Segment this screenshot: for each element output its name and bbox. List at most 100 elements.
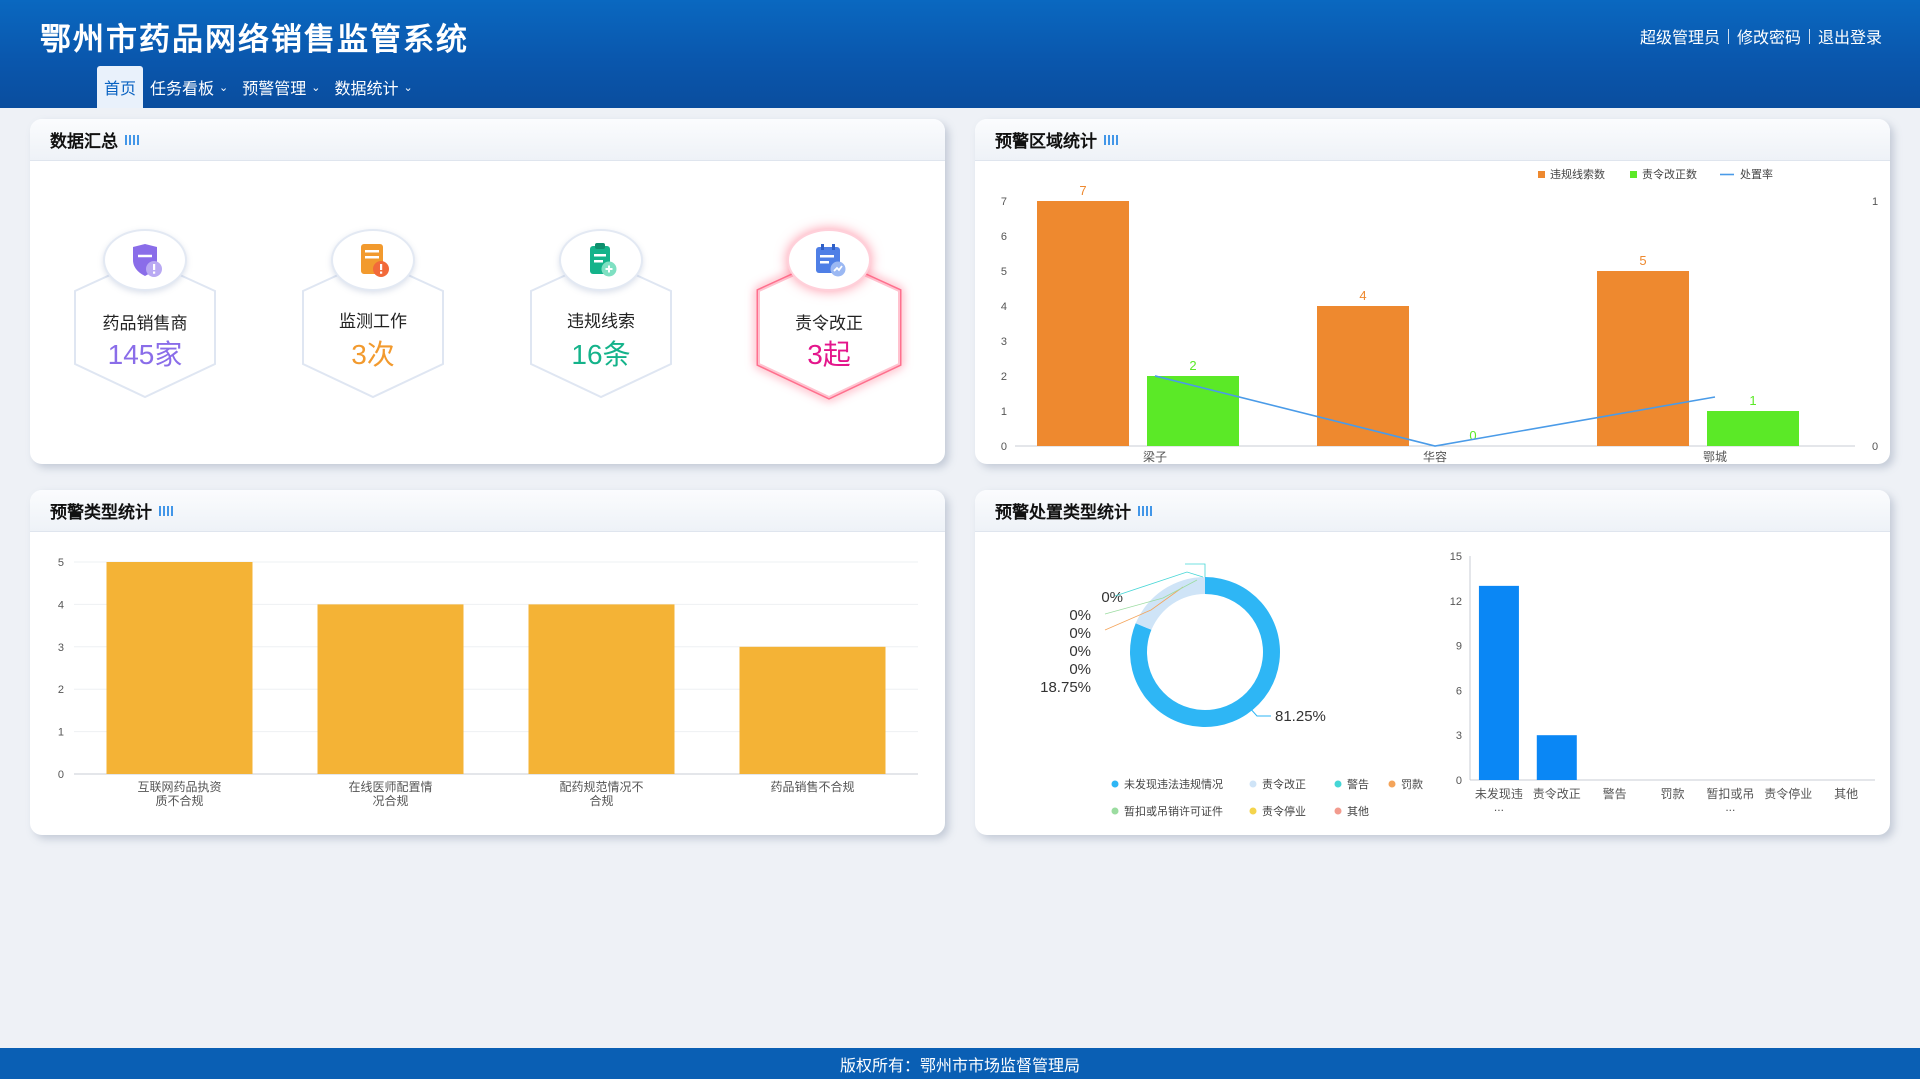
stat-value: 16条 — [571, 339, 631, 370]
bar — [106, 562, 253, 774]
stat-label: 监测工作 — [339, 312, 407, 331]
legend-swatch — [1249, 807, 1257, 815]
nav-item-home[interactable]: 首页 — [97, 66, 144, 108]
shield-warning-icon — [103, 229, 187, 291]
chevron-down-icon: ⌄ — [311, 82, 321, 94]
bar — [1317, 306, 1409, 446]
bar-data-label: 1 — [1749, 393, 1756, 408]
legend-label: 暂扣或吊销许可证件 — [1124, 804, 1223, 818]
x-tick-label: 况合规 — [372, 793, 408, 808]
y-tick-label: 9 — [1456, 641, 1462, 653]
stat-card-order-correction[interactable]: 责令改正 3起 — [754, 229, 904, 404]
y-tick-label: 7 — [1001, 196, 1007, 208]
x-tick-label: 合规 — [589, 793, 613, 808]
x-tick-label: ... — [1494, 800, 1504, 814]
separator — [1727, 28, 1729, 44]
y-tick-label: 1 — [58, 727, 64, 739]
legend-label: 责令改正 — [1262, 777, 1306, 791]
copyright-text: 版权所有：鄂州市市场监督管理局 — [839, 1057, 1080, 1075]
stripe-decoration-icon — [1104, 134, 1118, 145]
bar — [1037, 201, 1129, 446]
legend-label: 未发现违法违规情况 — [1124, 777, 1223, 791]
y-tick-label: 5 — [1001, 266, 1007, 278]
legend-label: 处置率 — [1740, 167, 1773, 181]
panel-header: 数据汇总 — [30, 119, 945, 161]
stat-label: 违规线索 — [567, 312, 635, 331]
x-tick-label: 梁子 — [1143, 449, 1167, 464]
x-tick-label: 未发现违 — [1475, 786, 1523, 801]
panel-title: 预警处置类型统计 — [995, 503, 1131, 522]
bar — [1707, 411, 1799, 446]
y-tick-label: 4 — [1001, 301, 1007, 313]
x-tick-label: 鄂城 — [1703, 450, 1727, 464]
x-tick-label: 责令改正 — [1533, 786, 1581, 801]
clipboard-add-icon — [559, 229, 643, 291]
y-tick-label: 0 — [1001, 441, 1007, 453]
change-password-link[interactable]: 修改密码 — [1737, 24, 1801, 48]
stat-card-monitoring-work[interactable]: 监测工作 3次 — [298, 229, 448, 404]
bar-data-label: 7 — [1079, 183, 1086, 198]
nav-item-data-statistics[interactable]: 数据统计 ⌄ — [327, 66, 419, 108]
document-warning-icon — [331, 229, 415, 291]
nav-item-label: 数据统计 — [334, 81, 399, 98]
panel-header: 预警类型统计 — [30, 490, 945, 532]
legend-label: 责令改正数 — [1642, 167, 1697, 181]
y-tick-label: 2 — [58, 684, 64, 696]
type-chart-panel: 预警类型统计 0 1 2 3 4 5 互联网药品执资 质不合规 在线医师配置情 况合规 配药规范情况… — [30, 490, 945, 835]
x-tick-label: 在线医师配置情 — [348, 780, 432, 794]
x-tick-label: ... — [1725, 800, 1735, 814]
disposal-chart-panel: 预警处置类型统计 81.25% 18.75% 0% 0% 0% 0% 0% 未发现违法违规情况… — [975, 490, 1890, 835]
pie-slice — [1135, 577, 1205, 630]
pie-data-label: 81.25% — [1275, 708, 1326, 725]
region-chart-panel: 预警区域统计 012345670172梁子湖区40华容区51鄂城区违规线索数责令… — [975, 119, 1890, 464]
y-tick-label: 1 — [1001, 406, 1007, 418]
y2-tick-label: 1 — [1872, 196, 1878, 208]
stat-card-drug-sellers[interactable]: 药品销售商 145家 — [70, 229, 220, 404]
x-tick-label: 警告 — [1603, 786, 1627, 801]
summary-panel: 数据汇总 药品销售商 145家 监测工作 3次 违规线索 16条 责令改正 3起 — [30, 119, 945, 464]
stat-card-violation-clues[interactable]: 违规线索 16条 — [526, 229, 676, 404]
footer: 版权所有：鄂州市市场监督管理局 — [0, 1048, 1920, 1079]
legend-swatch — [1334, 807, 1342, 815]
nav-item-label: 预警管理 — [242, 81, 307, 98]
bar-data-label: 2 — [1189, 358, 1196, 373]
app-title: 鄂州市药品网络销售监管系统 — [40, 22, 469, 57]
panel-title: 预警类型统计 — [50, 503, 152, 522]
pie-data-label: 0% — [1069, 625, 1091, 642]
legend-swatch — [1388, 780, 1396, 788]
user-menu: 超级管理员 修改密码 退出登录 — [1640, 24, 1882, 48]
disposal-chart: 81.25%18.75%0%0%0%0%0%未发现违法违规情况 责令改正 警告 罚款暂… — [1040, 551, 1875, 818]
legend-swatch — [1111, 807, 1119, 815]
stat-label: 药品销售商 — [102, 314, 188, 333]
panel-title: 预警区域统计 — [995, 132, 1097, 151]
label-leader-line — [1185, 563, 1206, 577]
logout-link[interactable]: 退出登录 — [1818, 24, 1882, 48]
user-name-link[interactable]: 超级管理员 — [1640, 24, 1720, 48]
bar — [1597, 271, 1689, 446]
type-chart: 0 1 2 3 4 5 互联网药品执资质不合规 在线医师配置情况合规 配药规范情况不合规 药品销售… — [58, 557, 918, 808]
pie-data-label: 0% — [1101, 589, 1123, 606]
x-tick-label: 药品销售不合规 — [770, 779, 854, 794]
legend-swatch — [1538, 171, 1545, 178]
panel-header: 预警区域统计 — [975, 119, 1890, 161]
pie-data-label: 0% — [1069, 661, 1091, 678]
x-tick-label: 其他 — [1834, 787, 1858, 801]
stat-label: 责令改正 — [795, 314, 863, 333]
bar-data-label: 5 — [1639, 253, 1646, 268]
bar-data-label: 4 — [1359, 288, 1366, 303]
y-tick-label: 6 — [1456, 685, 1462, 697]
bar — [1147, 376, 1239, 446]
nav-item-task-board[interactable]: 任务看板 ⌄ — [143, 66, 235, 108]
bar — [317, 604, 464, 774]
legend-label: 其他 — [1347, 805, 1369, 818]
y-tick-label: 12 — [1450, 596, 1462, 608]
y-tick-label: 3 — [1456, 730, 1462, 742]
x-tick-label: 配药规范情况不 — [559, 779, 643, 794]
y-tick-label: 6 — [1001, 231, 1007, 243]
legend-label: 责令停业 — [1262, 804, 1306, 818]
nav-item-warning-management[interactable]: 预警管理 ⌄ — [235, 66, 327, 108]
x-tick-label: 华容 — [1423, 449, 1447, 464]
bar — [1478, 585, 1519, 780]
bar — [739, 646, 886, 774]
y-tick-label: 5 — [58, 557, 64, 569]
